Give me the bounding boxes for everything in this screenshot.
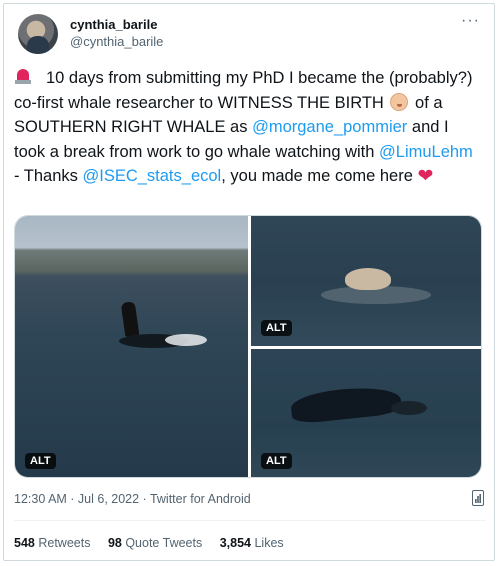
retweets-label: Retweets [38,536,91,550]
alt-badge[interactable]: ALT [261,453,292,469]
divider [14,520,486,521]
tweet-text-part-5: , you made me come here [221,167,413,185]
tweet-timestamp[interactable]: 12:30 AM · Jul 6, 2022 · Twitter for And… [14,492,251,506]
alt-badge[interactable]: ALT [261,320,292,336]
more-options-icon[interactable]: ··· [461,12,480,30]
likes-stat[interactable]: 3,854 Likes [220,536,284,550]
mention-isec-stats-ecol[interactable]: @ISEC_stats_ecol [82,167,221,185]
splash-shape [165,334,207,346]
mention-limulehm[interactable]: @LimuLehm [379,143,473,161]
retweets-stat[interactable]: 548 Retweets [14,536,90,550]
photo-mother-and-calf[interactable]: ALT [251,349,481,477]
media-grid: ALT ALT ALT [14,215,482,478]
whale-tail-shape [120,301,140,337]
avatar[interactable] [18,14,58,54]
red-heart-icon: ❤ [417,166,434,187]
baby-icon [390,92,409,111]
likes-count: 3,854 [219,536,251,550]
photo-whale-tail[interactable]: ALT [15,216,248,477]
quote-tweets-stat[interactable]: 98 Quote Tweets [108,536,202,550]
engagement-stats: 548 Retweets 98 Quote Tweets 3,854 Likes [14,536,298,550]
quote-tweets-count: 98 [107,536,122,550]
retweets-count: 548 [14,536,35,550]
alt-badge[interactable]: ALT [25,453,56,469]
rotating-light-icon [14,69,32,84]
tweet-text-part-4: - Thanks [14,167,78,185]
mother-whale-shape [289,383,403,425]
calf-shape [391,401,427,415]
mention-morgane-pommier[interactable]: @morgane_pommier [252,118,407,136]
author-display-name[interactable]: cynthia_barile [70,17,157,32]
analytics-icon[interactable] [472,490,484,506]
likes-label: Likes [254,536,284,550]
tweet-text: 10 days from submitting my PhD I became … [14,66,480,190]
quote-tweets-label: Quote Tweets [125,536,203,550]
author-handle[interactable]: @cynthia_barile [70,34,163,49]
calf-head-shape [345,268,391,290]
photo-newborn-head[interactable]: ALT [251,216,481,346]
